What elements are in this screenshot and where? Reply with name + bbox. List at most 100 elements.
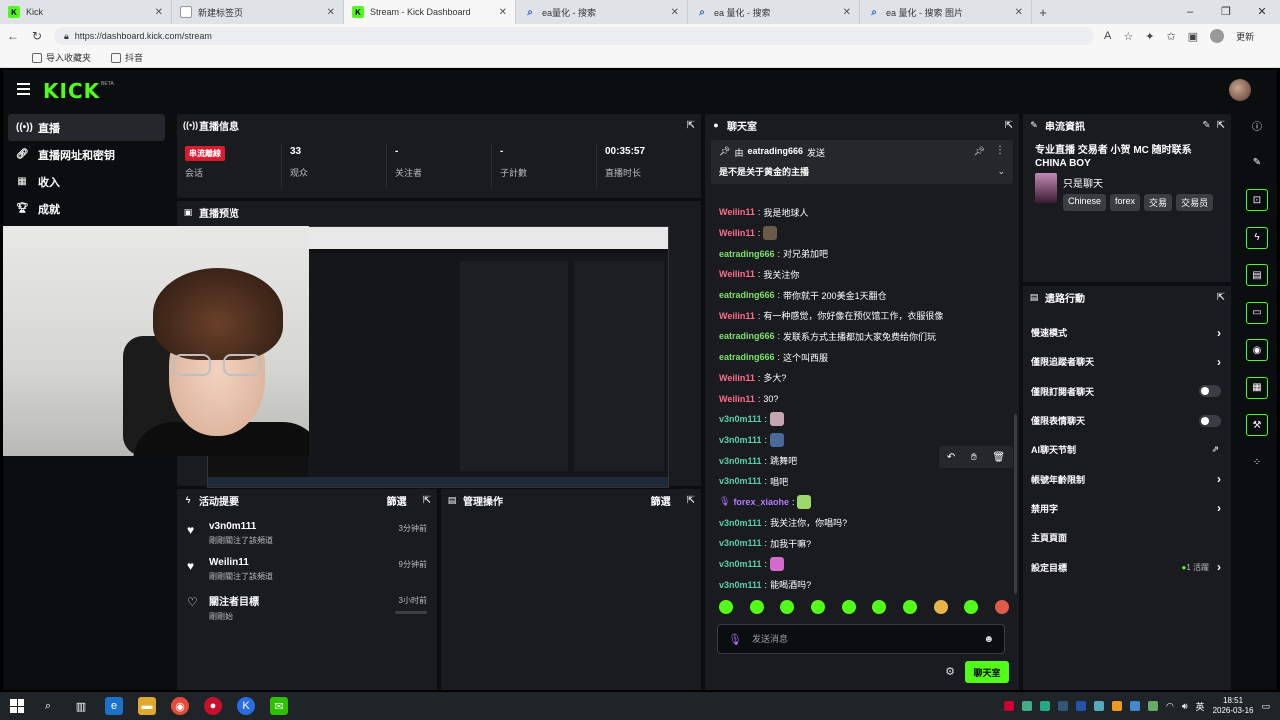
chat-send-button[interactable]: 聊天室 <box>965 661 1009 683</box>
browser-tab-newtab[interactable]: 新建标签页 ✕ <box>172 0 344 24</box>
chat-username[interactable]: v3n0m111 <box>719 414 762 424</box>
kook-icon[interactable]: K <box>237 697 255 715</box>
browser-tab-search-3[interactable]: ⌕ ea 量化 - 搜索 图片 ✕ <box>860 0 1032 24</box>
chat-message[interactable]: 🎙︎ forex_xiaohe: <box>719 492 1005 513</box>
folder-icon[interactable]: ▬ <box>138 697 156 715</box>
camera-focus-icon[interactable]: ⊡ <box>1246 189 1268 211</box>
notes-icon[interactable]: ▤ <box>1246 264 1268 286</box>
chat-username[interactable]: v3n0m111 <box>719 559 762 569</box>
chat-username[interactable]: eatrading666 <box>719 331 775 341</box>
emote-icon[interactable] <box>964 600 979 614</box>
maximize-icon[interactable]: ❐ <box>1208 0 1244 24</box>
popout-icon[interactable]: ⇱ <box>423 495 431 506</box>
popout-icon[interactable]: ⇱ <box>687 120 695 131</box>
task-view-icon[interactable]: ▥ <box>72 697 90 715</box>
edit-icon[interactable]: ✎ <box>1202 120 1210 131</box>
kick-logo[interactable]: KICK <box>43 79 100 103</box>
new-tab-button[interactable]: + <box>1032 5 1054 20</box>
tray-app-icon[interactable] <box>1076 701 1087 711</box>
browser-tab-search-2[interactable]: ⌕ ea 量化 - 搜索 ✕ <box>688 0 860 24</box>
bookmark-import[interactable]: 导入收藏夹 <box>32 51 91 64</box>
close-window-icon[interactable]: ✕ <box>1244 0 1280 24</box>
chat-message[interactable]: Weilin11: 我关注你 <box>719 264 1005 285</box>
windows-start-icon[interactable] <box>10 699 24 713</box>
hand-icon[interactable]: ✋︎ <box>971 452 977 463</box>
close-icon[interactable]: ✕ <box>671 7 679 18</box>
back-icon[interactable]: ← <box>6 29 20 43</box>
quick-action-banned-words[interactable]: 禁用字 › <box>1023 494 1231 523</box>
search-icon[interactable]: ⌕ <box>39 697 57 715</box>
quick-action-followers-only[interactable]: 僅限追蹤者聊天 › <box>1023 347 1231 376</box>
chat-bubble-icon[interactable]: ▭ <box>1246 301 1268 324</box>
extensions-icon[interactable]: ✦ <box>1145 30 1154 43</box>
chat-message[interactable]: v3n0m111: <box>719 409 1005 430</box>
quick-action-ai-moderation[interactable]: AI聊天节制 ⇗ <box>1023 435 1231 464</box>
broadcast-icon[interactable]: ◉ <box>1246 339 1268 361</box>
chat-message[interactable]: eatrading666: 对兄弟加吧 <box>719 243 1005 264</box>
chat-message[interactable]: Weilin11: 我是地球人 <box>719 202 1005 223</box>
browser-tab-kick[interactable]: K Kick ✕ <box>0 0 172 24</box>
wechat-icon[interactable]: ✉ <box>270 697 288 715</box>
chat-message[interactable]: v3n0m111: 能喝酒吗? <box>719 574 1005 595</box>
chat-message[interactable]: v3n0m111: 我关注你，你唱吗? <box>719 512 1005 533</box>
more-options-icon[interactable]: ⋮ <box>995 145 1005 156</box>
integrations-icon[interactable]: ⁘ <box>1246 452 1268 474</box>
quick-action-set-goal[interactable]: 設定目標 ●1 活躍 › <box>1023 552 1231 581</box>
favorites-icon[interactable]: ✩ <box>1166 30 1175 43</box>
chat-username[interactable]: v3n0m111 <box>719 476 762 486</box>
chat-scrollbar[interactable] <box>1014 414 1017 594</box>
sidebar-item-stream[interactable]: ((•)) 直播 <box>8 114 165 141</box>
chat-message[interactable]: eatrading666: 这个叫西服 <box>719 347 1005 368</box>
wifi-icon[interactable]: ◠ <box>1166 701 1174 712</box>
chevron-down-icon[interactable]: ⌄ <box>997 166 1005 177</box>
info-icon[interactable]: ⓘ <box>1246 114 1268 136</box>
emote-icon[interactable] <box>810 600 825 614</box>
pinned-message[interactable]: 📌︎ 由 eatrading666 发送 是不是关于黄金的主播 📌︎ ⋮ ⌄ <box>711 140 1013 184</box>
pencil-icon[interactable]: ✎ <box>1246 152 1268 174</box>
chat-username[interactable]: v3n0m111 <box>719 580 762 590</box>
sidebar-item-stream-key[interactable]: 🔗︎ 直播网址和密钥 <box>3 141 169 168</box>
chat-username[interactable]: Weilin11 <box>719 207 755 217</box>
tray-app-icon[interactable] <box>1112 701 1123 711</box>
lightning-icon[interactable]: ϟ <box>1246 226 1268 249</box>
chat-username[interactable]: v3n0m111 <box>719 538 762 548</box>
emote-icon[interactable] <box>994 600 1009 614</box>
sidebar-item-achievements[interactable]: 🏆︎ 成就 <box>3 195 169 222</box>
profile-avatar[interactable] <box>1210 29 1225 43</box>
chat-message[interactable]: v3n0m111: 唱吧 <box>719 471 1005 492</box>
reply-icon[interactable]: ↶ <box>947 452 955 463</box>
chat-username[interactable]: v3n0m111 <box>719 456 762 466</box>
chat-username[interactable]: Weilin11 <box>719 394 755 404</box>
tray-app-icon[interactable] <box>1130 701 1141 711</box>
chat-username[interactable]: v3n0m111 <box>719 435 762 445</box>
tray-app-icon[interactable] <box>1094 701 1105 711</box>
close-icon[interactable]: ✕ <box>499 7 507 18</box>
emote-icon[interactable] <box>719 600 733 614</box>
tray-app-icon[interactable] <box>1058 701 1069 711</box>
chat-message[interactable]: eatrading666: 带你就干 200美金1天翻仓 <box>719 285 1005 306</box>
popout-icon[interactable]: ⇱ <box>1217 292 1225 303</box>
user-avatar[interactable] <box>1229 79 1251 101</box>
chat-message[interactable]: v3n0m111: <box>719 554 1005 575</box>
emote-icon[interactable] <box>749 600 764 614</box>
chat-message[interactable]: Weilin11: 多大? <box>719 368 1005 389</box>
popout-icon[interactable]: ⇱ <box>687 495 695 506</box>
trash-icon[interactable]: 🗑︎ <box>992 452 1005 463</box>
chat-message[interactable]: eatrading666: 发联系方式主播都加大家免费给你们玩 <box>719 326 1005 347</box>
chat-username[interactable]: Weilin11 <box>719 373 755 383</box>
tray-app-icon[interactable] <box>1004 701 1015 711</box>
emote-icon[interactable] <box>872 600 887 614</box>
emote-icon[interactable] <box>780 600 795 614</box>
quick-action-slow-mode[interactable]: 慢速模式 › <box>1023 318 1231 347</box>
wrench-icon[interactable]: ⚒ <box>1246 414 1268 436</box>
emote-only-toggle[interactable] <box>1199 414 1221 427</box>
collections-icon[interactable]: ▣ <box>1188 30 1198 43</box>
chat-username[interactable]: eatrading666 <box>719 290 775 300</box>
record-icon[interactable]: ● <box>204 697 222 715</box>
chat-username[interactable]: forex_xiaohe <box>733 497 789 507</box>
read-aloud-icon[interactable]: A <box>1104 30 1111 42</box>
bookmark-douyin[interactable]: 抖音 <box>111 51 143 64</box>
chat-message[interactable]: v3n0m111: 加我干嘛? <box>719 533 1005 554</box>
menu-icon[interactable] <box>17 83 30 95</box>
star-icon[interactable]: ☆ <box>1123 30 1133 43</box>
